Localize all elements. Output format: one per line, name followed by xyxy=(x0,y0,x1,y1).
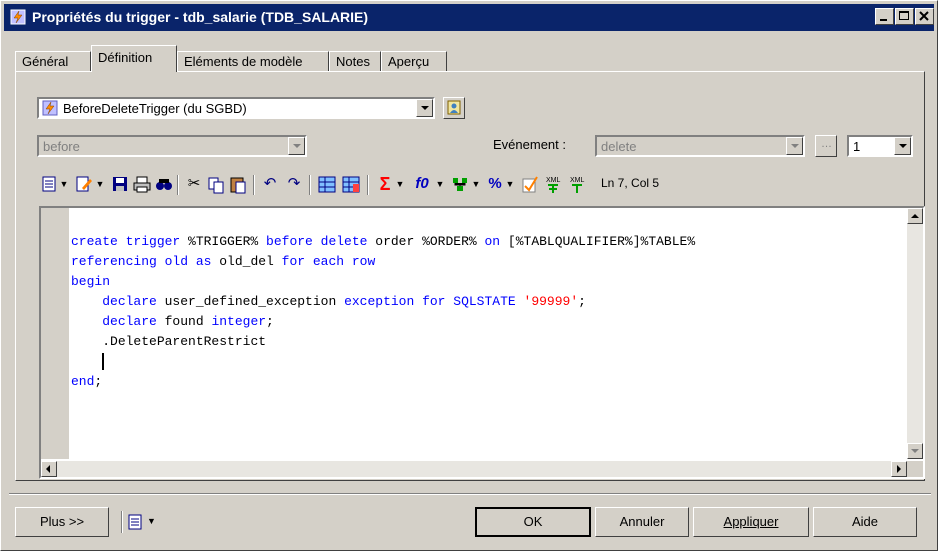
toolbar-separator xyxy=(309,175,311,195)
order-select-value: 1 xyxy=(853,139,861,154)
tab-model-elements[interactable]: Eléments de modèle xyxy=(177,51,329,71)
editor-toolbar: ▼ ▼ ✂ ↶ ↷ Σ ▼ f0 ▼ ▼ % ▼ XML XML Ln 7, C… xyxy=(41,173,921,199)
footer-divider xyxy=(9,493,931,495)
code-editor[interactable]: create trigger %TRIGGER% before delete o… xyxy=(39,206,925,479)
paste-icon[interactable] xyxy=(229,173,247,195)
toolbar-separator xyxy=(253,175,255,195)
trigger-icon xyxy=(10,9,26,25)
edit-icon[interactable] xyxy=(75,173,93,195)
function-icon[interactable]: f0 xyxy=(411,173,433,195)
trigger-icon xyxy=(42,100,58,116)
code-line-5: declare found integer; xyxy=(102,314,274,329)
edit-template-button[interactable] xyxy=(443,97,465,119)
close-button[interactable] xyxy=(915,8,934,25)
chevron-down-icon[interactable]: ▼ xyxy=(471,173,481,195)
event-label: Evénement : xyxy=(493,137,566,152)
code-line-4: declare user_defined_exception exception… xyxy=(102,294,586,309)
scroll-corner xyxy=(907,461,923,477)
tab-notes[interactable]: Notes xyxy=(329,51,381,71)
event-select-value: delete xyxy=(601,139,637,154)
close-icon xyxy=(919,11,929,21)
toolbar-separator xyxy=(121,511,123,533)
help-button[interactable]: Aide xyxy=(813,507,917,537)
editor-gutter xyxy=(41,208,69,459)
variables-icon[interactable] xyxy=(451,173,469,195)
code-line-6: .DeleteParentRestrict xyxy=(102,334,267,349)
more-button[interactable]: Plus >> xyxy=(15,507,109,537)
code-line-1: create trigger %TRIGGER% before delete o… xyxy=(71,234,696,249)
toolbar-separator xyxy=(177,175,179,195)
chevron-left-icon xyxy=(46,465,50,473)
chevron-down-icon[interactable] xyxy=(894,137,911,155)
event-select[interactable]: delete xyxy=(595,135,805,157)
copy-icon[interactable] xyxy=(207,173,225,195)
chevron-down-icon[interactable]: ▼ xyxy=(505,173,515,195)
svg-text:XML: XML xyxy=(570,177,585,184)
chevron-down-icon xyxy=(911,449,919,453)
cancel-button[interactable]: Annuler xyxy=(595,507,689,537)
event-ellipsis-button[interactable]: … xyxy=(815,135,837,157)
code-text[interactable]: create trigger %TRIGGER% before delete o… xyxy=(71,212,695,392)
save-icon[interactable] xyxy=(111,173,129,195)
scroll-up-button[interactable] xyxy=(907,208,923,224)
ok-button[interactable]: OK xyxy=(475,507,591,537)
tab-definition[interactable]: Définition xyxy=(91,45,177,72)
xml-import-icon[interactable]: XML xyxy=(543,173,563,195)
chevron-down-icon[interactable]: ▼ xyxy=(95,173,105,195)
chevron-down-icon[interactable]: ▼ xyxy=(395,173,405,195)
code-line-7 xyxy=(71,352,695,372)
apply-button[interactable]: Appliquer xyxy=(693,507,809,537)
template-list-icon[interactable] xyxy=(341,173,361,195)
toolbar-separator xyxy=(367,175,369,195)
chevron-down-icon: ▼ xyxy=(147,516,156,526)
scroll-right-button[interactable] xyxy=(891,461,907,477)
editor-menu-icon[interactable] xyxy=(41,173,57,195)
code-line-2: referencing old as old_del for each row xyxy=(71,254,376,269)
chevron-down-icon[interactable] xyxy=(416,99,433,117)
chevron-down-icon[interactable] xyxy=(288,137,305,155)
insert-template-icon[interactable] xyxy=(317,173,337,195)
chevron-right-icon xyxy=(897,465,901,473)
document-icon xyxy=(128,514,142,530)
sum-icon[interactable]: Σ xyxy=(377,173,393,195)
chevron-down-icon[interactable]: ▼ xyxy=(59,173,69,195)
window-title: Propriétés du trigger - tdb_salarie (TDB… xyxy=(32,9,369,25)
text-cursor xyxy=(102,353,105,371)
minimize-button[interactable] xyxy=(875,8,894,25)
timing-select-value: before xyxy=(43,139,80,154)
template-select-value: BeforeDeleteTrigger (du SGBD) xyxy=(63,101,247,116)
chevron-down-icon[interactable]: ▼ xyxy=(435,173,445,195)
check-icon[interactable] xyxy=(521,173,539,195)
tab-preview[interactable]: Aperçu xyxy=(381,51,447,71)
timing-select[interactable]: before xyxy=(37,135,307,157)
title-bar[interactable]: Propriétés du trigger - tdb_salarie (TDB… xyxy=(4,4,934,31)
chevron-down-icon[interactable] xyxy=(786,137,803,155)
ellipsis-icon: … xyxy=(821,138,832,150)
code-line-3: begin xyxy=(71,274,111,289)
footer-menu-button[interactable]: ▼ xyxy=(117,507,165,537)
apply-button-label: Appliquer xyxy=(723,514,779,529)
code-line-8: end; xyxy=(71,374,103,389)
template-select[interactable]: BeforeDeleteTrigger (du SGBD) xyxy=(37,97,435,119)
find-icon[interactable] xyxy=(155,173,173,195)
svg-text:XML: XML xyxy=(546,177,561,184)
vertical-scrollbar[interactable] xyxy=(907,208,923,459)
order-select[interactable]: 1 xyxy=(847,135,913,157)
tab-general[interactable]: Général xyxy=(15,51,91,71)
redo-icon[interactable]: ↷ xyxy=(285,173,303,195)
chevron-up-icon xyxy=(911,214,919,218)
cursor-position: Ln 7, Col 5 xyxy=(601,176,660,190)
horizontal-scrollbar[interactable] xyxy=(41,461,907,477)
trigger-properties-dialog: Propriétés du trigger - tdb_salarie (TDB… xyxy=(0,0,938,551)
maximize-button[interactable] xyxy=(895,8,914,25)
percent-icon[interactable]: % xyxy=(487,173,503,195)
undo-icon[interactable]: ↶ xyxy=(261,173,279,195)
scroll-down-button[interactable] xyxy=(907,443,923,459)
xml-export-icon[interactable]: XML xyxy=(567,173,587,195)
cut-icon[interactable]: ✂ xyxy=(185,173,203,195)
print-icon[interactable] xyxy=(133,173,151,195)
scroll-left-button[interactable] xyxy=(41,461,57,477)
properties-icon xyxy=(447,100,461,115)
